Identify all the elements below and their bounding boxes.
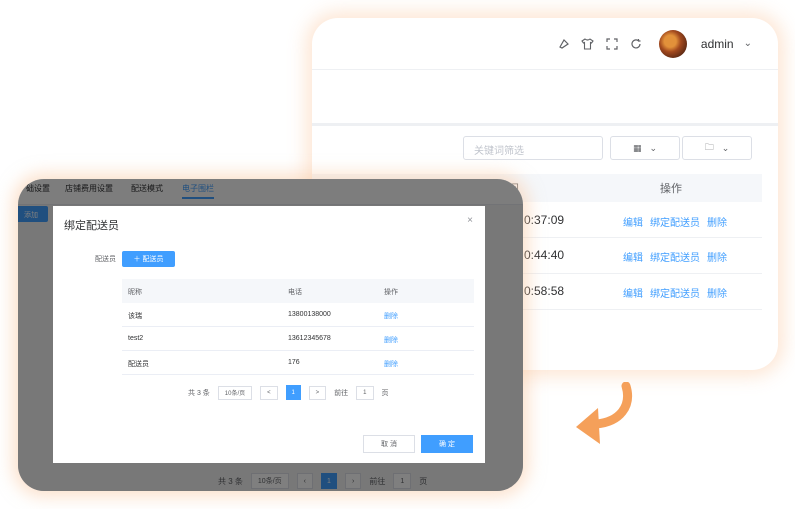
courier-field-label: 配送员 <box>95 256 116 263</box>
top-header: admin ⌄ <box>312 18 778 70</box>
username-label[interactable]: admin <box>701 37 734 51</box>
dialog-title: 绑定配送员 <box>64 220 119 232</box>
delete-link[interactable]: 删除 <box>707 285 727 300</box>
table-header: 昵称 电话 操作 <box>122 279 474 303</box>
phone-cell: 13612345678 <box>288 335 331 342</box>
folder-button[interactable]: 🗀 ⌄ <box>682 136 752 160</box>
next-page-button[interactable]: > <box>308 385 327 400</box>
table-row: 该瑞 13800138000 删除 <box>122 303 474 327</box>
nickname-cell: 该瑞 <box>128 313 142 320</box>
current-page[interactable]: 1 <box>285 385 301 400</box>
bind-courier-link[interactable]: 绑定配送员 <box>650 214 700 229</box>
add-courier-button[interactable]: ＋ 配送员 <box>122 251 175 267</box>
refresh-icon[interactable] <box>629 37 643 51</box>
grid-view-button[interactable]: ▦ ⌄ <box>610 136 680 160</box>
avatar[interactable] <box>658 29 687 58</box>
edit-link[interactable]: 编辑 <box>623 249 643 264</box>
goto-page-input[interactable]: 1 <box>356 385 374 400</box>
edit-link[interactable]: 编辑 <box>623 214 643 229</box>
column-phone-header: 电话 <box>288 289 302 296</box>
grid-icon: ▦ <box>632 142 642 153</box>
phone-cell: 176 <box>288 359 300 366</box>
phone-cell: 13800138000 <box>288 311 331 318</box>
row-actions: 编辑 绑定配送员 删除 <box>623 285 727 300</box>
page-size-select[interactable]: 10条/页 <box>217 385 253 400</box>
column-nickname-header: 昵称 <box>128 289 142 296</box>
bind-courier-link[interactable]: 绑定配送员 <box>650 249 700 264</box>
confirm-button[interactable]: 确 定 <box>421 435 473 453</box>
delete-link[interactable]: 删除 <box>384 311 398 321</box>
page-band <box>312 70 778 126</box>
delete-link[interactable]: 删除 <box>384 359 398 369</box>
edit-link[interactable]: 编辑 <box>623 285 643 300</box>
row-time: 0:44:40 <box>524 248 565 262</box>
column-actions-header: 操作 <box>660 183 682 195</box>
delete-link[interactable]: 删除 <box>384 335 398 345</box>
close-icon[interactable]: × <box>467 215 473 226</box>
cancel-button[interactable]: 取 消 <box>363 435 415 453</box>
fullscreen-icon[interactable] <box>605 37 619 51</box>
chevron-down-icon: ⌄ <box>721 142 730 153</box>
table-row: test2 13612345678 删除 <box>122 327 474 351</box>
row-time: 0:37:09 <box>524 213 565 227</box>
folder-icon: 🗀 <box>704 142 714 152</box>
keyword-search-input[interactable]: 关键词筛选 <box>463 136 603 160</box>
chevron-down-icon: ⌄ <box>649 142 658 153</box>
delete-link[interactable]: 删除 <box>707 214 727 229</box>
row-actions: 编辑 绑定配送员 删除 <box>623 214 727 229</box>
delete-link[interactable]: 删除 <box>707 249 727 264</box>
dialog-pagination: 共 3 条 10条/页 < 1 > 前往 1 页 <box>188 385 389 400</box>
nickname-cell: 配送员 <box>128 361 149 368</box>
row-time: 0:58:58 <box>524 284 565 298</box>
prev-page-button[interactable]: < <box>260 385 278 400</box>
column-actions-header: 操作 <box>384 289 398 296</box>
chevron-down-icon[interactable]: ⌄ <box>744 38 752 49</box>
courier-table: 昵称 电话 操作 该瑞 13800138000 删除 test2 1361234… <box>122 279 474 375</box>
row-actions: 编辑 绑定配送员 删除 <box>623 249 727 264</box>
bind-courier-dialog: 绑定配送员 × 配送员 ＋ 配送员 昵称 电话 操作 该瑞 1380013800… <box>53 206 485 463</box>
goto-label: 前往 <box>334 389 349 397</box>
total-count: 共 3 条 <box>188 389 210 397</box>
table-row: 配送员 176 删除 <box>122 351 474 375</box>
shirt-icon[interactable] <box>581 37 595 51</box>
bind-courier-link[interactable]: 绑定配送员 <box>650 285 700 300</box>
dialog-preview-card: 础设置 店铺费用设置 配送模式 电子围栏 添加 共 3 条 10条/页 ‹ 1 … <box>18 179 523 491</box>
nickname-cell: test2 <box>128 335 144 342</box>
curved-arrow-icon <box>576 382 632 444</box>
page-suffix: 页 <box>381 389 389 397</box>
brush-icon[interactable] <box>557 37 571 51</box>
